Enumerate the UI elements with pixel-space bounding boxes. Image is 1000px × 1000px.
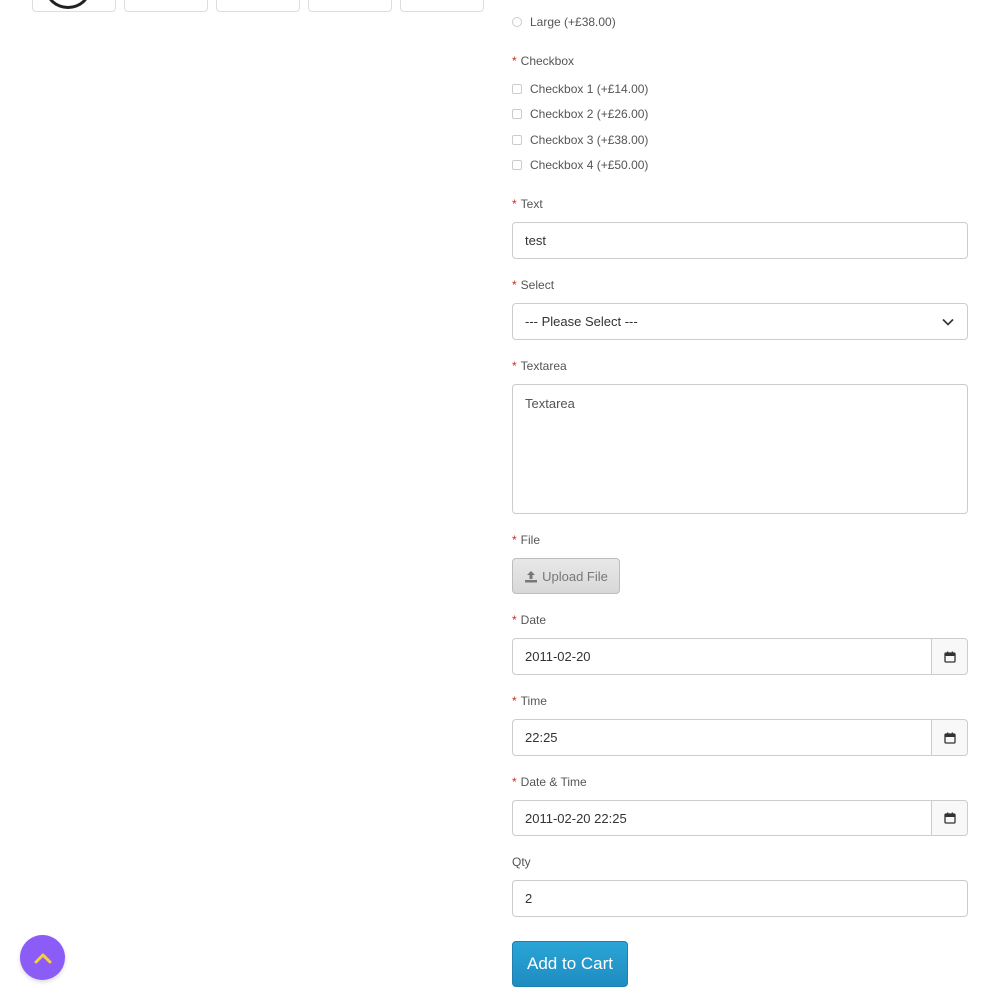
checkbox-label: Checkbox 2 (+£26.00) (530, 107, 649, 121)
thumbnail-3[interactable] (216, 0, 300, 12)
calendar-icon (943, 732, 956, 744)
datetime-field-label: * Date & Time (512, 775, 587, 789)
datetime-field-title: Date & Time (520, 775, 587, 789)
required-marker: * (512, 278, 517, 292)
textarea-placeholder: Textarea (525, 396, 575, 411)
checkbox[interactable] (512, 109, 522, 119)
radio-option-large[interactable]: Large (+£38.00) (512, 14, 616, 30)
text-field-title: Text (520, 197, 543, 211)
required-marker: * (512, 197, 517, 211)
date-picker-button[interactable] (931, 638, 968, 675)
time-input[interactable]: 22:25 (512, 719, 931, 756)
datetime-input-group: 2011-02-20 22:25 (512, 800, 968, 836)
required-marker: * (512, 359, 517, 373)
upload-icon (525, 570, 538, 582)
chevron-up-icon (34, 953, 51, 963)
qty-field-title: Qty (512, 855, 531, 869)
thumbnail-strip (32, 0, 484, 12)
time-field-title: Time (520, 694, 547, 708)
checkbox-option-4[interactable]: Checkbox 4 (+£50.00) (512, 157, 648, 173)
select-field-title: Select (520, 278, 555, 292)
thumbnail-2[interactable] (124, 0, 208, 12)
thumbnail-image (45, 0, 91, 9)
checkbox-option-1[interactable]: Checkbox 1 (+£14.00) (512, 81, 648, 97)
select-dropdown[interactable]: --- Please Select --- (512, 303, 968, 340)
qty-value: 2 (525, 891, 533, 906)
calendar-icon (943, 812, 956, 824)
textarea-field-title: Textarea (520, 359, 567, 373)
date-field-title: Date (520, 613, 547, 627)
required-marker: * (512, 533, 517, 547)
date-input[interactable]: 2011-02-20 (512, 638, 931, 675)
time-input-group: 22:25 (512, 719, 968, 756)
add-to-cart-label: Add to Cart (527, 954, 613, 973)
required-marker: * (512, 54, 517, 68)
radio-button[interactable] (512, 17, 522, 27)
upload-button-label: Upload File (542, 568, 608, 584)
checkbox-group-title: Checkbox (520, 54, 575, 68)
checkbox-label: Checkbox 3 (+£38.00) (530, 133, 649, 147)
text-input-value: test (525, 233, 546, 248)
checkbox-group-label: * Checkbox (512, 54, 574, 68)
file-field-title: File (520, 533, 541, 547)
chevron-down-icon (942, 318, 954, 326)
required-marker: * (512, 694, 517, 708)
select-field-label: * Select (512, 278, 554, 292)
qty-input[interactable]: 2 (512, 880, 968, 917)
checkbox-option-2[interactable]: Checkbox 2 (+£26.00) (512, 106, 648, 122)
checkbox-label: Checkbox 4 (+£50.00) (530, 158, 649, 172)
textarea-field-label: * Textarea (512, 359, 567, 373)
datetime-picker-button[interactable] (931, 800, 968, 836)
time-value: 22:25 (525, 730, 558, 745)
checkbox[interactable] (512, 84, 522, 94)
thumbnail-4[interactable] (308, 0, 392, 12)
time-field-label: * Time (512, 694, 547, 708)
file-field-label: * File (512, 533, 540, 547)
date-input-group: 2011-02-20 (512, 638, 968, 675)
required-marker: * (512, 613, 517, 627)
checkbox-label: Checkbox 1 (+£14.00) (530, 82, 649, 96)
add-to-cart-button[interactable]: Add to Cart (512, 941, 628, 987)
checkbox[interactable] (512, 135, 522, 145)
time-picker-button[interactable] (931, 719, 968, 756)
datetime-value: 2011-02-20 22:25 (525, 810, 627, 826)
textarea-input[interactable]: Textarea (512, 384, 968, 514)
radio-option-label: Large (+£38.00) (530, 15, 616, 29)
text-field-label: * Text (512, 197, 543, 211)
datetime-input[interactable]: 2011-02-20 22:25 (512, 800, 931, 836)
qty-field-label: Qty (512, 855, 531, 869)
calendar-icon (943, 651, 956, 663)
thumbnail-5[interactable] (400, 0, 484, 12)
required-marker: * (512, 775, 517, 789)
date-value: 2011-02-20 (525, 649, 591, 664)
date-field-label: * Date (512, 613, 546, 627)
thumbnail-1[interactable] (32, 0, 116, 12)
scroll-to-top-button[interactable] (20, 935, 65, 980)
text-input[interactable]: test (512, 222, 968, 259)
checkbox-option-3[interactable]: Checkbox 3 (+£38.00) (512, 132, 648, 148)
select-value: --- Please Select --- (525, 314, 638, 329)
upload-file-button[interactable]: Upload File (512, 558, 620, 594)
checkbox[interactable] (512, 160, 522, 170)
